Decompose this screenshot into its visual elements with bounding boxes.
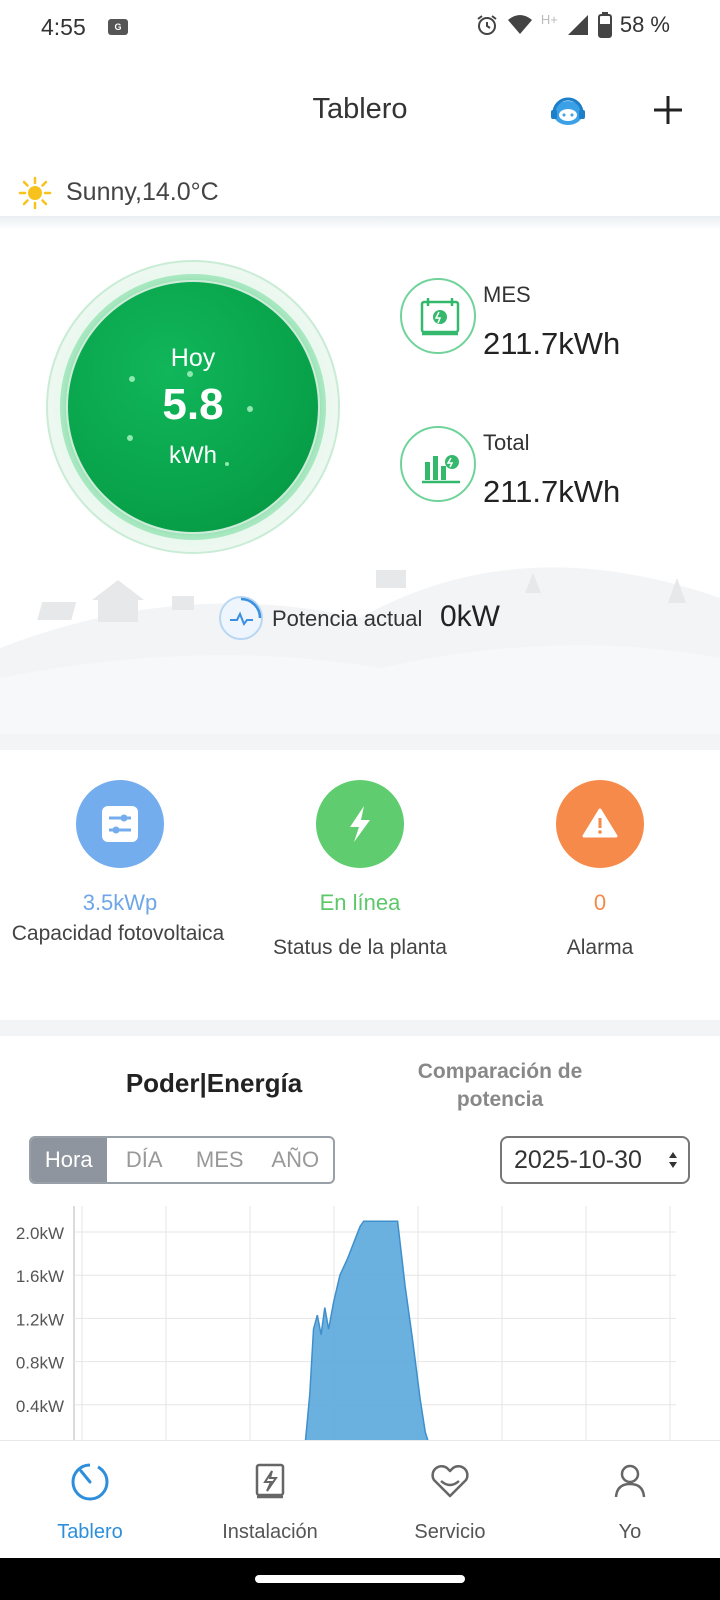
dashboard-icon	[71, 1463, 109, 1501]
nav-label: Servicio	[414, 1521, 486, 1543]
y-tick-label: 1.2kW	[16, 1310, 64, 1329]
today-unit: kWh	[169, 442, 217, 469]
status-icons: H+ 58 %	[475, 12, 670, 38]
nav-instalacion[interactable]: Instalación	[180, 1441, 360, 1559]
battery-percent: 58 %	[619, 12, 670, 37]
date-picker[interactable]: 2025-10-30	[500, 1136, 690, 1184]
bottom-navigation: Tablero Instalación Servicio Yo	[0, 1440, 720, 1558]
battery-icon	[597, 12, 612, 38]
sort-arrows-icon	[669, 1152, 677, 1168]
section-divider	[0, 734, 720, 750]
sun-icon	[18, 176, 52, 210]
chart-section: Poder|Energía Comparación de potencia Ho…	[0, 1036, 720, 1440]
tab-power-energy[interactable]: Poder|Energía	[84, 1068, 344, 1099]
total-energy-icon	[400, 426, 476, 502]
gauge-particle	[127, 435, 133, 441]
nav-label: Instalación	[222, 1521, 318, 1543]
date-value: 2025-10-30	[514, 1145, 642, 1174]
current-power-label: Potencia actual	[272, 606, 423, 631]
lightning-icon	[316, 780, 404, 868]
app-header: Tablero	[0, 72, 720, 152]
period-segmented-control: Hora DÍA MES AÑO	[29, 1136, 335, 1184]
y-tick-label: 1.6kW	[16, 1267, 64, 1286]
nav-tablero[interactable]: Tablero	[0, 1441, 180, 1559]
total-value: 211.7kWh	[483, 474, 621, 509]
weather-text: Sunny,14.0°C	[66, 178, 219, 206]
user-icon	[614, 1464, 646, 1498]
segment-month[interactable]: MES	[182, 1138, 258, 1182]
today-value: 5.8	[162, 380, 224, 429]
today-label: Hoy	[170, 344, 216, 372]
y-tick-label: 0.4kW	[16, 1397, 64, 1416]
total-label: Total	[483, 430, 530, 455]
page-title: Tablero	[312, 93, 408, 125]
installation-icon	[255, 1463, 285, 1499]
alarm-label: Alarma	[566, 936, 634, 959]
status-bar: 4:55 G H+ 58 %	[0, 0, 720, 56]
plant-status-label: Status de la planta	[273, 936, 447, 959]
y-tick-label: 0.8kW	[16, 1354, 64, 1373]
plant-status-row: 3.5kWp Capacidad fotovoltaica En línea S…	[0, 750, 720, 1020]
segment-day[interactable]: DÍA	[107, 1138, 183, 1182]
alarm-item[interactable]: 0 Alarma	[480, 750, 720, 1020]
plant-status-value: En línea	[319, 890, 401, 915]
warning-icon	[556, 780, 644, 868]
month-value: 211.7kWh	[483, 326, 621, 361]
signal-icon	[567, 15, 588, 35]
segment-hour[interactable]: Hora	[31, 1138, 107, 1182]
weather-bar: Sunny,14.0°C	[0, 170, 720, 222]
notification-icon: G	[108, 19, 128, 35]
current-power-icon	[219, 596, 263, 640]
service-icon	[431, 1465, 469, 1498]
alarm-clock-icon	[477, 15, 497, 35]
power-chart: 2.0kW 1.6kW 1.2kW 0.8kW 0.4kW	[16, 1206, 676, 1440]
month-label: MES	[483, 282, 531, 307]
capacity-value: 3.5kWp	[82, 890, 158, 915]
tab-power-comparison[interactable]: Comparación de potencia	[400, 1058, 600, 1114]
capacity-item[interactable]: 3.5kWp Capacidad fotovoltaica	[0, 750, 240, 1020]
plant-status-item[interactable]: En línea Status de la planta	[240, 750, 480, 1020]
capacity-icon	[76, 780, 164, 868]
network-type: H+	[540, 11, 558, 27]
home-gesture-pill[interactable]	[255, 1575, 465, 1583]
status-time: 4:55	[41, 14, 86, 40]
system-navigation-bar	[0, 1558, 720, 1600]
nav-label: Yo	[618, 1521, 642, 1543]
customer-support-icon[interactable]	[548, 96, 588, 128]
segment-year[interactable]: AÑO	[258, 1138, 334, 1182]
wifi-icon	[507, 15, 532, 34]
add-icon[interactable]	[650, 92, 686, 128]
current-power-value: 0kW	[440, 600, 500, 633]
alarm-value: 0	[593, 890, 607, 915]
section-divider	[0, 1020, 720, 1036]
month-energy-icon	[400, 278, 476, 354]
nav-label: Tablero	[57, 1521, 123, 1543]
nav-yo[interactable]: Yo	[540, 1441, 720, 1559]
power-area-series	[304, 1220, 429, 1440]
energy-panel: Hoy 5.8 kWh MES 211.7kWh Total 211.7kWh …	[0, 228, 720, 734]
y-tick-label: 2.0kW	[16, 1224, 64, 1243]
nav-servicio[interactable]: Servicio	[360, 1441, 540, 1559]
capacity-label: Capacidad fotovoltaica	[11, 922, 225, 945]
